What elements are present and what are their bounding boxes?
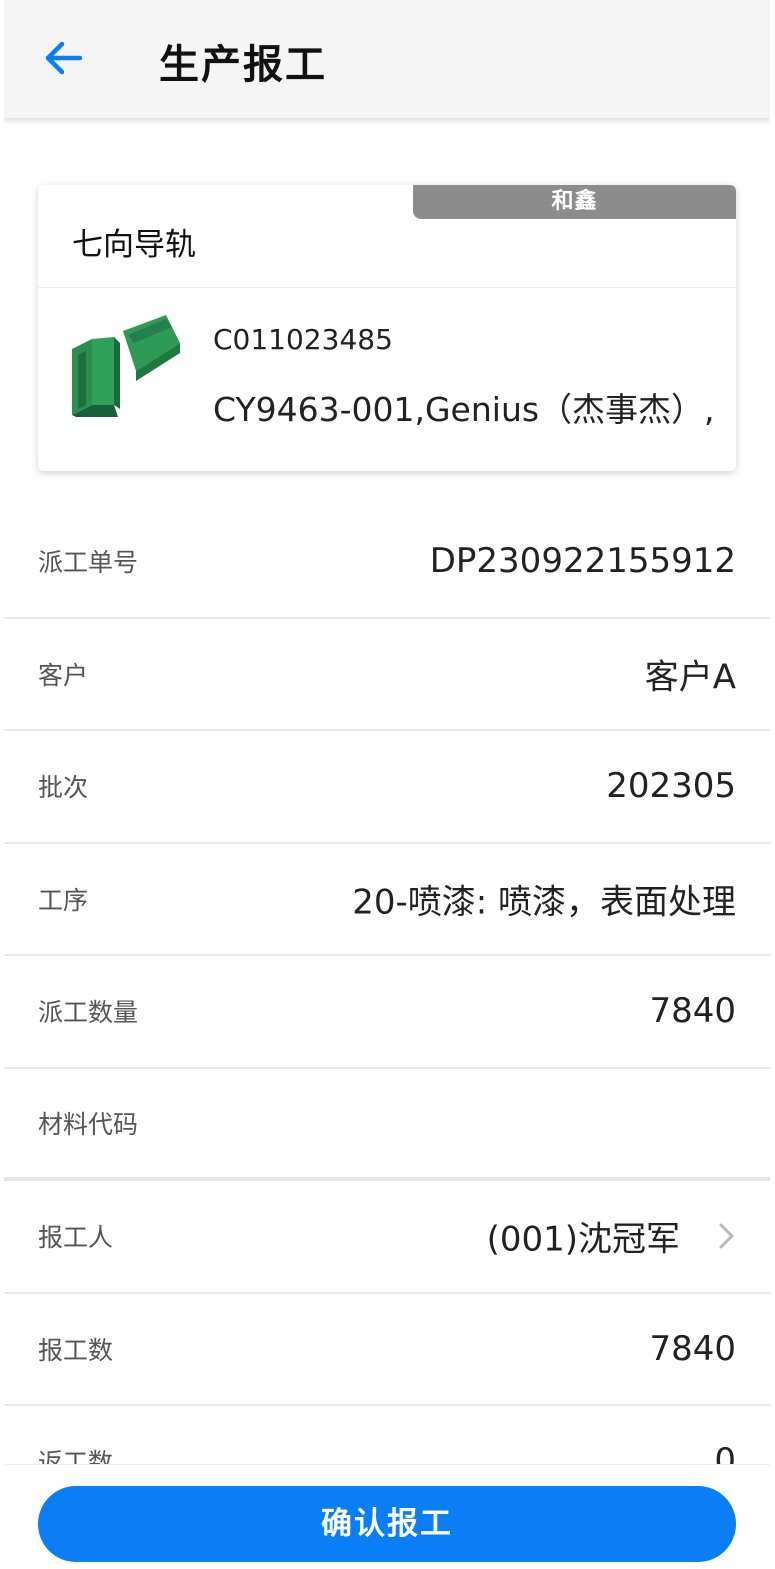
field-value: 20-喷漆: 喷漆，表面处理 (352, 882, 736, 923)
field-value: DP230922155912 (429, 541, 736, 582)
chevron-right-icon[interactable] (716, 1221, 738, 1251)
field-label: 工序 (38, 885, 89, 915)
field-label: 批次 (38, 773, 89, 803)
field-batch: 批次 202305 (4, 731, 770, 844)
field-label: 报工人 (38, 1223, 114, 1253)
field-label: 报工数 (38, 1335, 114, 1365)
product-card: 和鑫 七向导轨 C011023485 CY9463-001,Genius（杰事杰… (38, 185, 736, 471)
field-value: 7840 (649, 991, 736, 1032)
product-name: 七向导轨 (72, 227, 196, 263)
report-qty-input[interactable]: 7840 (649, 1329, 736, 1369)
top-app-bar: 生产报工 (4, 0, 770, 118)
company-tag: 和鑫 (413, 185, 736, 219)
back-button[interactable] (40, 36, 88, 80)
field-label: 派工单号 (38, 548, 139, 578)
field-dispatch-no: 派工单号 DP230922155912 (4, 506, 770, 619)
card-divider (38, 287, 736, 288)
field-label: 客户 (38, 660, 89, 690)
reporter-select[interactable]: (001)沈冠军 (487, 1212, 680, 1261)
field-label: 材料代码 (38, 1109, 139, 1139)
field-report-qty[interactable]: 报工数 7840 (4, 1294, 770, 1406)
page-title: 生产报工 (159, 42, 327, 88)
arrow-left-icon (45, 41, 83, 75)
bottom-action-bar: 确认报工 (4, 1464, 770, 1569)
field-customer: 客户 客户A (4, 619, 770, 731)
field-reporter[interactable]: 报工人 (001)沈冠军 (4, 1181, 770, 1294)
field-value: 客户A (644, 657, 736, 698)
field-process: 工序 20-喷漆: 喷漆，表面处理 (4, 844, 770, 956)
production-report-screen: 生产报工 和鑫 七向导轨 C011023485 CY9463-001,Geniu… (4, 0, 770, 1569)
product-description: CY9463-001,Genius（杰事杰）, (213, 390, 715, 429)
form-fields: 派工单号 DP230922155912 客户 客户A 批次 202305 工序 … (4, 506, 770, 1519)
confirm-report-button[interactable]: 确认报工 (38, 1486, 736, 1562)
field-value: 202305 (606, 766, 736, 807)
field-material-code: 材料代码 (4, 1069, 770, 1181)
product-image (68, 313, 184, 423)
field-dispatch-qty: 派工数量 7840 (4, 956, 770, 1069)
product-code: C011023485 (213, 323, 393, 356)
field-label: 派工数量 (38, 998, 139, 1028)
